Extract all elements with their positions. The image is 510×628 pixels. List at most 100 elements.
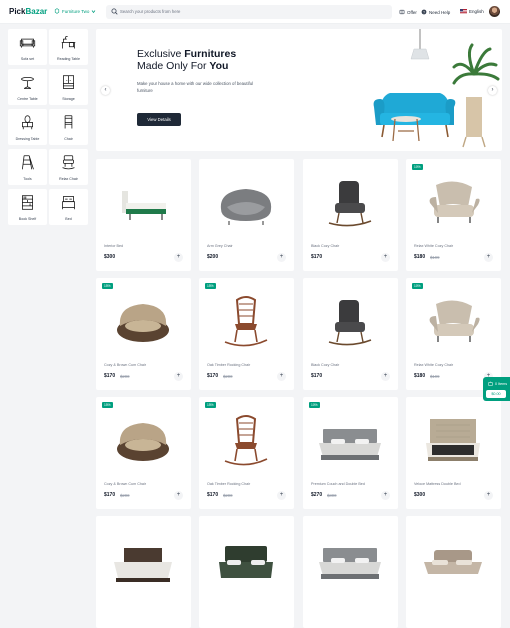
product-card[interactable] [199,516,294,628]
add-to-cart-button[interactable]: + [277,372,286,381]
search-icon [111,8,118,15]
category-relax-chair[interactable]: Relax Chair [49,149,88,185]
product-old-price: $199 [430,255,440,260]
product-card[interactable]: 15% Cozy & Brown Cum Chair $170 + $200 [96,397,191,509]
avatar[interactable] [489,6,500,17]
add-to-cart-button[interactable]: + [277,491,286,500]
product-card[interactable]: 10% Relax White Cozy Chair $180 + $199 [406,278,501,390]
add-to-cart-button[interactable]: + [381,491,390,500]
product-name: Black Cozy Chair [311,363,340,367]
chevron-left-icon: ‹ [104,87,107,93]
top-header: PickBazar Furniture Two Search your prod… [0,0,510,24]
category-label: Book Shelf [18,217,37,221]
product-image [328,300,372,346]
product-name: Relax White Cozy Chair [414,363,454,367]
product-price: $170 [311,254,323,260]
chevron-right-icon: › [491,87,494,93]
product-card[interactable]: 15% Oak Timber Rocking Chair $170 + $200 [199,278,294,390]
category-tools[interactable]: Tools [8,149,47,185]
product-price: $300 [414,492,426,498]
add-to-cart-button[interactable]: + [174,253,183,262]
cabinet-icon [63,75,74,89]
plus-icon: + [486,254,491,260]
discount-badge: 15% [102,283,113,289]
discount-badge: 15% [205,402,216,408]
product-name: Premium Couch and Double Bed [311,482,365,486]
product-name: Relax White Cozy Chair [414,244,454,248]
product-card[interactable]: 10% Premium Couch and Double Bed $270 + $300 [303,397,398,509]
product-card[interactable]: Arm Grey Chair $200 + [199,159,294,271]
desk-icon [61,36,76,49]
cart-floating-button[interactable]: 0 Items $0.00 [483,377,510,401]
plus-icon: + [383,373,388,379]
product-old-price: $200 [223,493,233,498]
category-centre-table[interactable]: Centre Table [8,69,47,105]
product-price: $200 [207,254,219,260]
ladder-icon [22,155,34,170]
help-link[interactable]: ? Need Help [421,9,450,15]
product-card[interactable] [303,516,398,628]
hero-prev-arrow[interactable]: ‹ [101,86,110,95]
category-label: Centre Table [17,97,38,101]
product-card[interactable] [96,516,191,628]
product-card[interactable]: Interior Bed $300 + [96,159,191,271]
add-to-cart-button[interactable]: + [174,491,183,500]
category-book-shelf[interactable]: Book Shelf [8,189,47,225]
product-price: $170 [207,373,219,379]
search-input[interactable]: Search your products from here [106,5,392,19]
category-label: Dressing Table [15,137,40,141]
product-image [319,429,381,460]
category-label: Relax Chair [59,177,78,181]
product-price: $170 [104,492,116,498]
cart-total: $0.00 [486,390,506,398]
category-label: Storage [62,97,75,101]
round-table-icon [21,77,34,89]
add-to-cart-button[interactable]: + [484,491,493,500]
product-price: $270 [311,492,323,498]
category-storage[interactable]: Storage [49,69,88,105]
language-switcher[interactable]: English [460,9,484,14]
category-bed[interactable]: Bed [49,189,88,225]
plus-icon: + [176,254,181,260]
add-to-cart-button[interactable]: + [381,253,390,262]
product-card[interactable]: 15% Oak Timber Rocking Chair $170 + $200 [199,397,294,509]
product-card[interactable]: Black Cozy Chair $170 + [303,278,398,390]
product-card[interactable]: 10% Relax White Cozy Chair $180 + $199 [406,159,501,271]
product-price: $180 [414,373,426,379]
category-sofa-set[interactable]: Sofa set [8,29,47,65]
plus-icon: + [279,373,284,379]
plus-icon: + [279,492,284,498]
product-price: $300 [104,254,116,260]
product-card[interactable]: Veloce Mattress Double Bed $300 + [406,397,501,509]
view-details-button[interactable]: View Details [137,113,181,126]
logo[interactable]: PickBazar [9,7,47,16]
chair-icon [64,115,73,129]
add-to-cart-button[interactable]: + [381,372,390,381]
category-chair[interactable]: Chair [49,109,88,145]
product-image [219,546,273,578]
product-image [429,181,480,223]
plus-icon: + [486,492,491,498]
plus-icon: + [279,254,284,260]
product-card[interactable] [406,516,501,628]
discount-badge: 15% [205,283,216,289]
offer-link[interactable]: Offer [399,9,417,15]
product-image [220,189,272,225]
svg-text:?: ? [423,10,425,14]
hero-next-arrow[interactable]: › [488,86,497,95]
category-reading-table[interactable]: Reading Table [49,29,88,65]
add-to-cart-button[interactable]: + [484,253,493,262]
bed-icon [62,196,75,210]
hero-furniture-image [373,29,500,148]
grid-icon [54,8,60,14]
product-old-price: $200 [120,374,130,379]
add-to-cart-button[interactable]: + [174,372,183,381]
product-card[interactable]: 15% Cozy & Brown Cum Chair $170 + $200 [96,278,191,390]
add-to-cart-button[interactable]: + [277,253,286,262]
product-image [319,548,381,579]
product-price: $170 [311,373,323,379]
product-card[interactable]: Black Cozy Chair $170 + [303,159,398,271]
offer-label: Offer [407,9,417,15]
category-dressing-table[interactable]: Dressing Table [8,109,47,145]
group-select[interactable]: Furniture Two [54,8,96,14]
